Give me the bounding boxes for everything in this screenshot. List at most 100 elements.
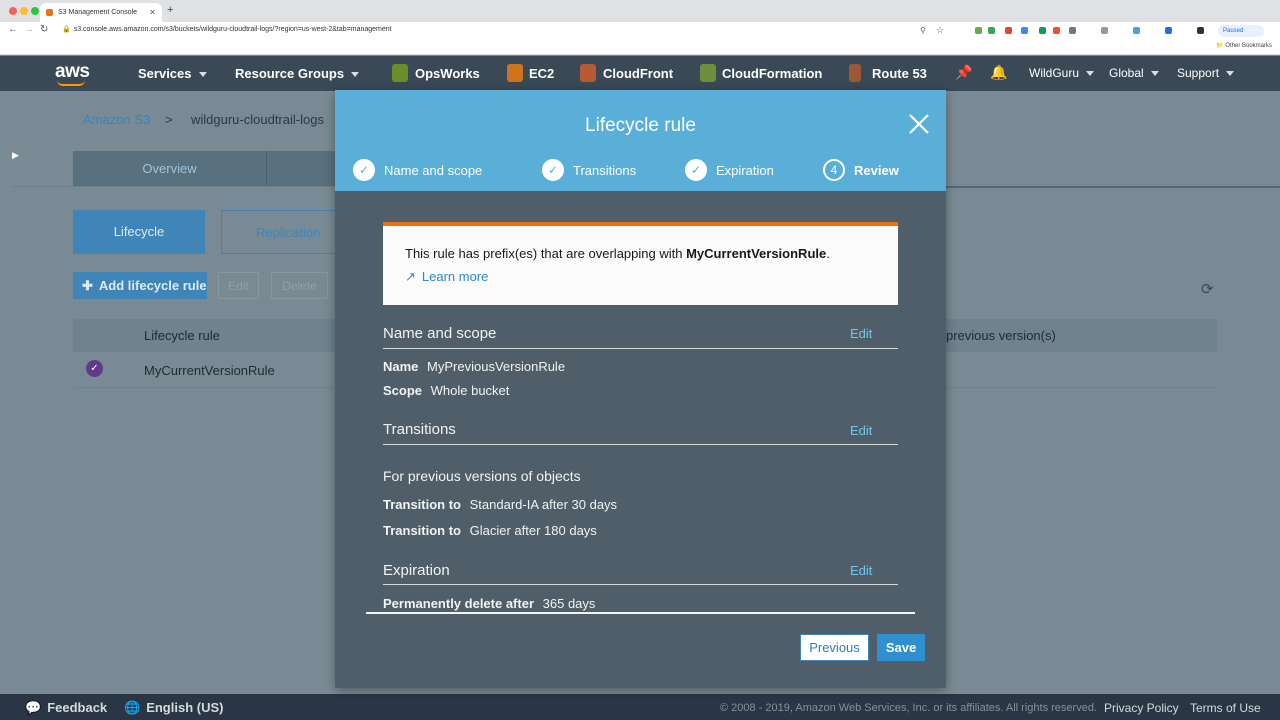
lifecycle-button[interactable]: Lifecycle: [73, 210, 205, 254]
learn-more-label: Learn more: [421, 269, 489, 284]
extension-icon[interactable]: [1197, 27, 1204, 34]
warning-rule-name: MyCurrentVersionRule: [686, 246, 827, 261]
breadcrumb-amazon-s3[interactable]: Amazon S3: [83, 112, 150, 127]
expiration-row: Permanently delete after 365 days: [383, 596, 595, 611]
cloudfront-icon: [580, 64, 596, 82]
services-menu[interactable]: Services: [138, 66, 207, 81]
minimize-window-button[interactable]: [20, 7, 28, 15]
cloudformation-shortcut[interactable]: CloudFormation: [722, 66, 822, 81]
scope-value: Whole bucket: [430, 383, 510, 398]
reload-icon[interactable]: ↻: [40, 24, 48, 35]
step-review[interactable]: 4 Review: [823, 158, 899, 182]
caret-down-icon: [198, 72, 207, 78]
account-label: WildGuru: [1029, 66, 1080, 80]
account-menu[interactable]: WildGuru: [1029, 66, 1095, 80]
route53-shortcut[interactable]: Route 53: [872, 66, 927, 81]
learn-more-link[interactable]: ↗ Learn more: [405, 269, 488, 285]
feedback-link[interactable]: 💬 Feedback: [25, 700, 107, 716]
check-circle-icon: ✓: [353, 159, 375, 181]
bell-icon[interactable]: 🔔: [990, 64, 1007, 81]
footer: 💬 Feedback 🌐 English (US) © 2008 - 2019, A…: [0, 694, 1280, 720]
close-icon[interactable]: [906, 111, 932, 137]
modal-title: Lifecycle rule: [585, 115, 696, 136]
previous-button[interactable]: Previous: [800, 634, 869, 661]
extension-icon[interactable]: [988, 27, 995, 34]
other-bookmarks-link[interactable]: 📁 Other Bookmarks: [1216, 42, 1272, 49]
section-name-and-scope-title: Name and scope: [383, 325, 497, 342]
pin-icon[interactable]: 📌: [955, 64, 972, 81]
extension-icon[interactable]: [1069, 27, 1076, 34]
aws-logo[interactable]: aws: [55, 61, 90, 86]
step-expiration[interactable]: ✓ Expiration: [685, 158, 774, 182]
region-label: Global: [1109, 66, 1144, 80]
edit-name-scope-link[interactable]: Edit: [850, 326, 872, 341]
other-bookmarks-label: Other Bookmarks: [1225, 43, 1272, 49]
url-field[interactable]: 🔒 s3.console.aws.amazon.com/s3/buckets/wi…: [62, 25, 392, 33]
ec2-icon: [507, 64, 523, 82]
extension-icon[interactable]: [1165, 27, 1172, 34]
bookmark-star-icon[interactable]: ☆: [936, 25, 944, 36]
new-tab-button[interactable]: +: [167, 4, 173, 16]
services-label: Services: [138, 66, 192, 81]
maximize-window-button[interactable]: [31, 7, 39, 15]
back-icon[interactable]: ←: [8, 24, 18, 35]
delete-rule-button[interactable]: Delete: [271, 272, 328, 299]
browser-tab-bar: S3 Management Console ✕ +: [0, 0, 1280, 22]
extension-icon[interactable]: [1005, 27, 1012, 34]
extension-icon[interactable]: [1133, 27, 1140, 34]
breadcrumb-bucket: wildguru-cloudtrail-logs: [191, 112, 324, 127]
support-menu[interactable]: Support: [1177, 66, 1235, 80]
terms-of-use-link[interactable]: Terms of Use: [1190, 701, 1261, 715]
language-label: English (US): [146, 700, 224, 715]
caret-down-icon: [351, 72, 360, 78]
language-selector[interactable]: 🌐 English (US): [124, 700, 223, 716]
extension-icon[interactable]: [1053, 27, 1060, 34]
caret-down-icon: [1226, 71, 1235, 77]
tab-overview[interactable]: Overview: [73, 151, 266, 187]
extension-icon[interactable]: [975, 27, 982, 34]
tab-divider: [266, 151, 267, 187]
extension-icon[interactable]: [1101, 27, 1108, 34]
edit-rule-button[interactable]: Edit: [218, 272, 259, 299]
column-lifecycle-rule: Lifecycle rule: [144, 328, 220, 343]
sidebar-toggle-icon[interactable]: ▶: [12, 150, 19, 161]
cloudformation-icon: [700, 64, 716, 82]
expiration-key: Permanently delete after: [383, 596, 535, 611]
aws-smile-icon: [57, 80, 85, 86]
close-window-button[interactable]: [9, 7, 17, 15]
extension-icon[interactable]: [1021, 27, 1028, 34]
browser-tab[interactable]: S3 Management Console ✕: [40, 3, 162, 22]
aws-top-nav: aws Services Resource Groups OpsWorks EC…: [0, 56, 1280, 91]
transition-key: Transition to: [383, 523, 461, 538]
opsworks-shortcut[interactable]: OpsWorks: [415, 66, 480, 81]
transitions-subtitle: For previous versions of objects: [383, 468, 581, 484]
step-name-and-scope[interactable]: ✓ Name and scope: [353, 158, 482, 182]
globe-icon: 🌐: [124, 700, 141, 715]
speech-bubble-icon: 💬: [25, 700, 42, 715]
refresh-icon[interactable]: ⟳: [1201, 280, 1214, 298]
save-button[interactable]: Save: [877, 634, 925, 661]
edit-transitions-link[interactable]: Edit: [850, 423, 872, 438]
resource-groups-menu[interactable]: Resource Groups: [235, 66, 360, 81]
zoom-icon[interactable]: ⚲: [920, 26, 926, 35]
ec2-shortcut[interactable]: EC2: [529, 66, 554, 81]
transition-key: Transition to: [383, 497, 461, 512]
profile-paused-button[interactable]: Paused: [1218, 25, 1264, 37]
close-tab-icon[interactable]: ✕: [149, 8, 156, 17]
warning-suffix: .: [826, 246, 830, 261]
add-lifecycle-rule-button[interactable]: ✚ Add lifecycle rule: [73, 272, 207, 299]
edit-expiration-link[interactable]: Edit: [850, 563, 872, 578]
section-expiration-title: Expiration: [383, 562, 450, 579]
row-selected-check-icon[interactable]: ✓: [86, 360, 103, 377]
region-menu[interactable]: Global: [1109, 66, 1159, 80]
cloudfront-shortcut[interactable]: CloudFront: [603, 66, 673, 81]
forward-icon[interactable]: →: [24, 24, 34, 35]
privacy-policy-link[interactable]: Privacy Policy: [1104, 701, 1179, 715]
step-transitions[interactable]: ✓ Transitions: [542, 158, 636, 182]
extension-icon[interactable]: [1039, 27, 1046, 34]
replication-button[interactable]: Replication: [221, 210, 346, 254]
lifecycle-rule-modal: Lifecycle rule ✓ Name and scope ✓ Transi…: [335, 90, 946, 688]
step-label: Transitions: [573, 162, 637, 178]
column-previous-versions: previous version(s): [946, 328, 1056, 343]
overlap-warning-alert: This rule has prefix(es) that are overla…: [383, 222, 898, 305]
